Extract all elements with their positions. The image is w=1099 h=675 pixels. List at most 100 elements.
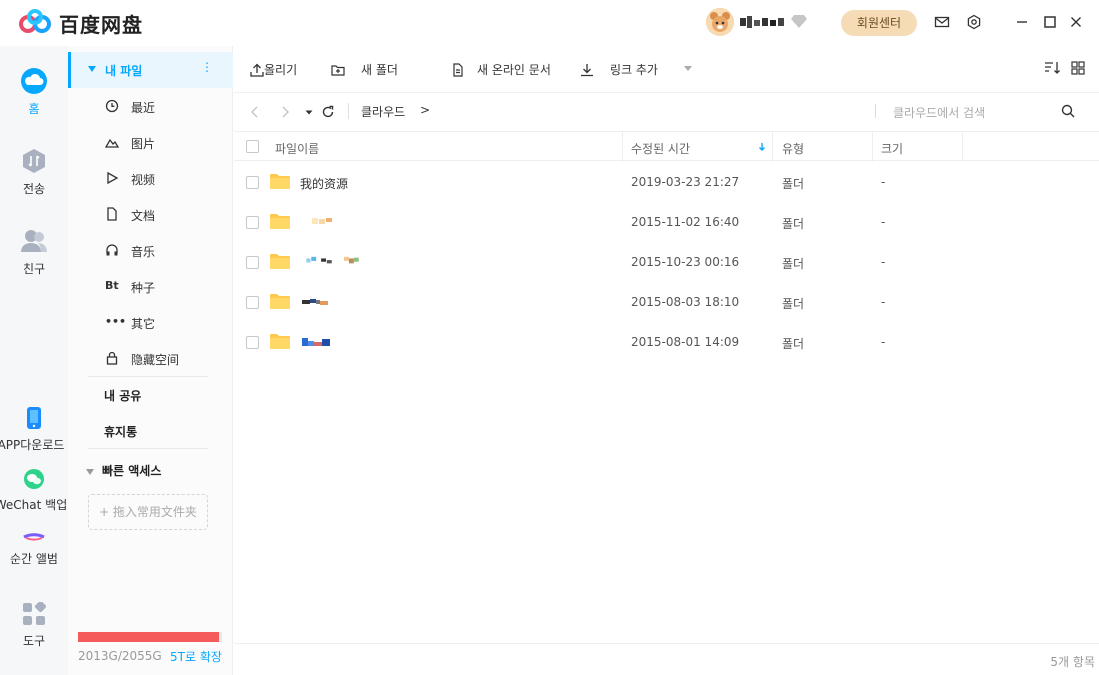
search-box[interactable]: 클라우드에서 검색: [875, 97, 1087, 125]
sidebar-item-hidden-space[interactable]: 隐藏空间: [68, 340, 233, 376]
column-divider: [962, 132, 963, 162]
sidebar-item-images[interactable]: 图片: [68, 124, 233, 160]
row-checkbox[interactable]: [246, 296, 259, 309]
select-all-checkbox[interactable]: [246, 140, 259, 153]
sidebar-item-videos[interactable]: 视频: [68, 160, 233, 196]
bt-icon: Bt: [105, 279, 119, 292]
sidebar-item-documents[interactable]: 文档: [68, 196, 233, 232]
table-row[interactable]: 2015-11-02 16:40 폴더 -: [234, 202, 1099, 242]
minimize-icon[interactable]: [1014, 14, 1030, 30]
column-header-modified[interactable]: 수정된 시간: [631, 140, 690, 157]
sidebar-item-label: 最近: [131, 101, 156, 115]
file-size: -: [881, 215, 886, 229]
file-size: -: [881, 295, 886, 309]
clock-icon: [105, 99, 119, 113]
sidebar-quick-access[interactable]: 빠른 액세스: [86, 462, 161, 479]
settings-icon[interactable]: [966, 14, 982, 30]
nav-divider: [348, 103, 349, 119]
sidebar-item-my-share[interactable]: 내 공유: [104, 387, 141, 404]
history-dropdown-icon[interactable]: [302, 105, 316, 119]
new-online-doc-button[interactable]: 새 온라인 문서: [451, 61, 551, 78]
new-folder-button[interactable]: 새 폴더: [331, 61, 398, 78]
rail-item-friends[interactable]: 친구: [0, 228, 68, 277]
sidebar-item-recent[interactable]: 最近: [68, 88, 233, 124]
row-checkbox[interactable]: [246, 176, 259, 189]
sidebar-item-music[interactable]: 音乐: [68, 232, 233, 268]
app-title: 百度网盘: [59, 13, 143, 37]
sidebar-item-label: 文档: [131, 209, 156, 223]
sidebar-divider: [88, 376, 208, 377]
username-pixelated[interactable]: [740, 14, 786, 30]
add-link-dropdown-caret[interactable]: [684, 66, 692, 71]
column-header-size[interactable]: 크기: [881, 140, 903, 157]
search-icon[interactable]: [1061, 104, 1075, 118]
status-bar: 5개 항목: [234, 643, 1099, 675]
rail-item-home[interactable]: 홈: [0, 68, 68, 117]
member-center-button[interactable]: 회원센터: [841, 10, 917, 36]
forward-icon[interactable]: [278, 105, 292, 119]
refresh-icon[interactable]: [321, 105, 335, 119]
app-logo-icon: [19, 9, 51, 33]
table-row[interactable]: 2015-08-01 14:09 폴더 -: [234, 322, 1099, 362]
breadcrumb-root[interactable]: 클라우드: [361, 103, 405, 120]
grid-view-icon[interactable]: [1069, 59, 1087, 77]
table-row[interactable]: 我的资源 2019-03-23 21:27 폴더 -: [234, 162, 1099, 202]
file-modified: 2015-08-01 14:09: [631, 335, 740, 349]
tools-icon: [23, 602, 46, 625]
folder-icon: [270, 214, 290, 229]
rail-item-app-download[interactable]: APP다운로드: [0, 406, 68, 453]
sidebar-item-trash[interactable]: 휴지통: [104, 423, 137, 440]
folder-icon: [270, 174, 290, 189]
row-checkbox[interactable]: [246, 256, 259, 269]
close-icon[interactable]: [1068, 14, 1084, 30]
quick-access-label: 빠른 액세스: [102, 464, 162, 478]
rail-label: 전송: [22, 182, 46, 196]
sidebar-item-my-files[interactable]: 내 파일 ⋮: [68, 52, 233, 88]
file-name-pixelated[interactable]: [300, 297, 330, 306]
rail-item-transfer[interactable]: 전송: [0, 148, 68, 197]
row-checkbox[interactable]: [246, 216, 259, 229]
vip-diamond-icon[interactable]: [791, 14, 807, 28]
storage-quota-text: 2013G/2055G: [78, 649, 162, 663]
table-row[interactable]: 2015-10-23 00:16 폴더 -: [234, 242, 1099, 282]
folder-icon: [270, 334, 290, 349]
image-icon: [105, 138, 119, 148]
user-avatar[interactable]: [706, 8, 734, 36]
file-name-pixelated[interactable]: [300, 256, 370, 265]
file-name-pixelated[interactable]: [300, 337, 336, 346]
more-horizontal-icon: •••: [105, 315, 127, 328]
document-icon: [453, 63, 463, 77]
sidebar-item-others[interactable]: ••• 其它: [68, 304, 233, 340]
download-icon: [581, 64, 593, 77]
table-row[interactable]: 2015-08-03 18:10 폴더 -: [234, 282, 1099, 322]
new-online-doc-label: 새 온라인 문서: [477, 63, 551, 77]
column-header-type[interactable]: 유형: [782, 140, 804, 157]
sidebar-item-torrents[interactable]: Bt 种子: [68, 268, 233, 304]
rail-item-moment-album[interactable]: 순간 앨범: [0, 530, 68, 567]
row-checkbox[interactable]: [246, 336, 259, 349]
more-vertical-icon[interactable]: ⋮: [201, 60, 213, 74]
file-name-pixelated[interactable]: [300, 217, 336, 226]
title-bar: 百度网盘 회원센터: [0, 0, 1099, 46]
column-header-name[interactable]: 파일이름: [275, 140, 319, 157]
drop-folder-zone[interactable]: + 拖入常用文件夹: [88, 494, 208, 530]
upload-button[interactable]: 올리기: [250, 61, 297, 78]
back-icon[interactable]: [248, 105, 262, 119]
maximize-icon[interactable]: [1042, 14, 1058, 30]
search-input[interactable]: 클라우드에서 검색: [893, 104, 985, 121]
add-link-button[interactable]: 링크 추가: [580, 61, 658, 78]
file-size: -: [881, 255, 886, 269]
rail-item-tools[interactable]: 도구: [0, 602, 68, 649]
sort-icon[interactable]: [1043, 59, 1061, 77]
rail-item-wechat-backup[interactable]: WeChat 백업: [0, 468, 68, 513]
upgrade-storage-link[interactable]: 5T로 확장: [170, 648, 222, 665]
search-divider: [875, 104, 876, 118]
file-name[interactable]: 我的资源: [300, 175, 348, 192]
sort-descending-icon[interactable]: [757, 142, 767, 152]
sidebar-item-label: 내 파일: [105, 64, 143, 78]
item-count: 5개 항목: [1050, 655, 1095, 669]
folder-icon: [270, 254, 290, 269]
mail-icon[interactable]: [934, 14, 950, 30]
file-table-header: 파일이름 수정된 시간 유형 크기: [234, 131, 1099, 162]
chevron-down-icon[interactable]: [88, 66, 96, 72]
